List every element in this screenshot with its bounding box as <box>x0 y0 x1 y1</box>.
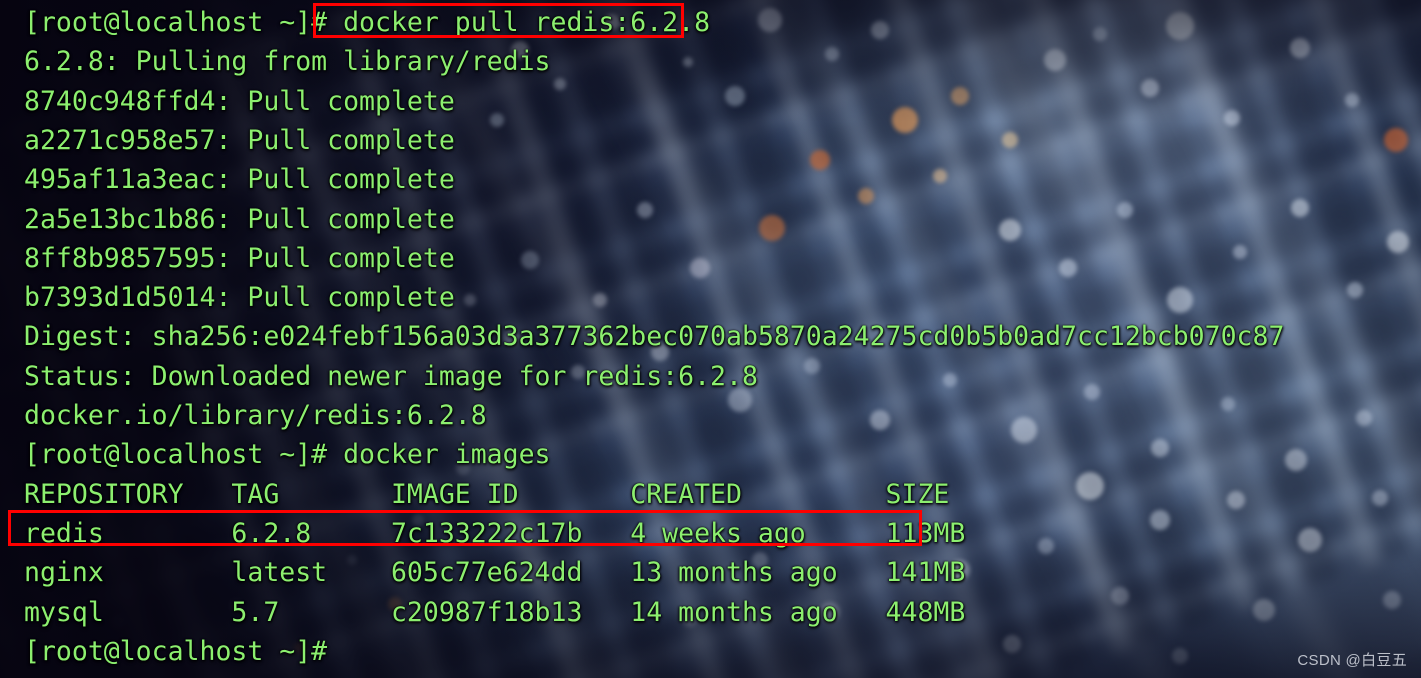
terminal-line-layer-3: 495af11a3eac: Pull complete <box>24 164 455 196</box>
terminal-line-digest: Digest: sha256:e024febf156a03d3a377362be… <box>24 321 1285 353</box>
terminal-line-layer-5: 8ff8b9857595: Pull complete <box>24 242 455 274</box>
terminal-line-table-header: REPOSITORY TAG IMAGE ID CREATED SIZE <box>24 478 950 510</box>
terminal-screenshot: [root@localhost ~]# docker pull redis:6.… <box>0 0 1421 678</box>
terminal-line-layer-1: 8740c948ffd4: Pull complete <box>24 85 455 117</box>
terminal-line-layer-6: b7393d1d5014: Pull complete <box>24 282 455 314</box>
terminal-line-prompt-final: [root@localhost ~]# <box>24 635 328 667</box>
terminal-line-layer-4: 2a5e13bc1b86: Pull complete <box>24 203 455 235</box>
terminal-line-cmd-docker-pull: [root@localhost ~]# docker pull redis:6.… <box>24 7 711 38</box>
terminal-line-status: Status: Downloaded newer image for redis… <box>24 360 758 392</box>
terminal-line-pulling-from: 6.2.8: Pulling from library/redis <box>24 46 551 78</box>
terminal-output[interactable]: [root@localhost ~]# docker pull redis:6.… <box>0 0 1421 678</box>
terminal-line-image-ref: docker.io/library/redis:6.2.8 <box>24 400 487 431</box>
csdn-watermark: CSDN @白豆五 <box>1297 652 1407 669</box>
terminal-line-cmd-docker-images: [root@localhost ~]# docker images <box>24 439 551 471</box>
terminal-line-table-row-mysql: mysql 5.7 c20987f18b13 14 months ago 448… <box>24 596 966 628</box>
terminal-line-table-row-nginx: nginx latest 605c77e624dd 13 months ago … <box>24 557 966 589</box>
terminal-line-table-row-redis: redis 6.2.8 7c133222c17b 4 weeks ago 113… <box>24 517 966 549</box>
terminal-line-layer-2: a2271c958e57: Pull complete <box>24 124 455 156</box>
